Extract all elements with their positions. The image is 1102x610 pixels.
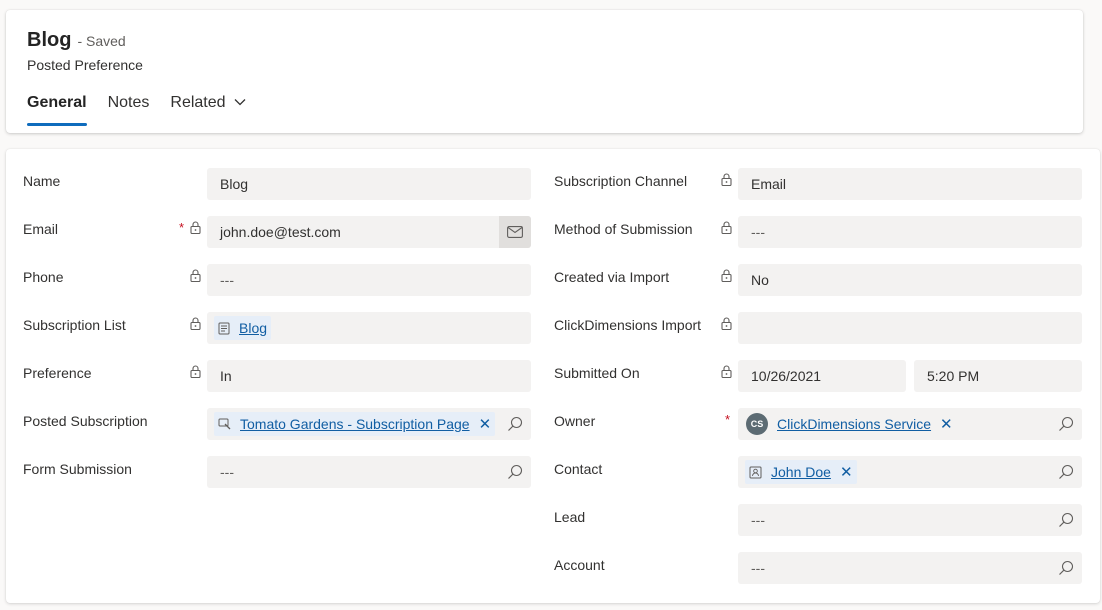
owner-link[interactable]: ClickDimensions Service xyxy=(777,416,931,432)
lock-icon xyxy=(721,221,732,234)
remove-icon[interactable]: ✕ xyxy=(479,415,492,433)
clickdimensions-import-field[interactable] xyxy=(738,312,1082,344)
phone-label: Phone xyxy=(23,269,64,285)
created-via-import-value: No xyxy=(751,272,769,288)
subscription-channel-field[interactable]: Email xyxy=(738,168,1082,200)
subscription-list-field[interactable]: Blog xyxy=(207,312,531,344)
name-value: Blog xyxy=(220,176,249,192)
form-section: Name Blog Email * john.doe@test.com Phon… xyxy=(6,149,1100,603)
lead-value: --- xyxy=(751,512,765,528)
record-header: Blog - Saved Posted Preference General N… xyxy=(6,10,1083,133)
form-submission-label: Form Submission xyxy=(23,461,132,477)
lead-field[interactable]: --- xyxy=(738,504,1082,536)
submitted-on-date-field[interactable]: 10/26/2021 xyxy=(738,360,906,392)
search-icon[interactable] xyxy=(507,464,523,480)
remove-icon[interactable]: ✕ xyxy=(940,415,953,433)
lock-icon xyxy=(190,317,201,330)
posted-subscription-field[interactable]: Tomato Gardens - Subscription Page ✕ xyxy=(207,408,531,440)
lock-icon xyxy=(190,365,201,378)
search-icon[interactable] xyxy=(1058,512,1074,528)
remove-icon[interactable]: ✕ xyxy=(840,463,853,481)
tab-notes-label: Notes xyxy=(107,94,150,111)
form-submission-field[interactable]: --- xyxy=(207,456,531,488)
tab-general[interactable]: General xyxy=(27,94,87,126)
preference-field[interactable]: In xyxy=(207,360,531,392)
preference-value: In xyxy=(220,368,232,384)
record-title: Blog xyxy=(27,29,72,51)
mail-icon xyxy=(507,226,523,238)
contact-link[interactable]: John Doe xyxy=(771,464,831,480)
submitted-on-date: 10/26/2021 xyxy=(751,368,822,384)
clickdimensions-import-label: ClickDimensions Import xyxy=(554,317,702,333)
subscription-list-label: Subscription List xyxy=(23,317,126,333)
entity-name: Posted Preference xyxy=(27,57,143,73)
subscription-list-link[interactable]: Blog xyxy=(239,320,267,336)
subscription-channel-label: Subscription Channel xyxy=(554,173,688,189)
search-icon[interactable] xyxy=(1058,464,1074,480)
owner-tag[interactable]: CS ClickDimensions Service ✕ xyxy=(742,412,957,436)
email-label: Email xyxy=(23,221,59,237)
created-via-import-label: Created via Import xyxy=(554,269,670,285)
subscription-channel-value: Email xyxy=(751,176,787,192)
posted-subscription-tag[interactable]: Tomato Gardens - Subscription Page ✕ xyxy=(214,412,496,436)
account-label: Account xyxy=(554,557,605,573)
chevron-down-icon xyxy=(234,99,246,106)
lock-icon xyxy=(190,269,201,282)
tab-list: General Notes Related xyxy=(27,94,267,126)
tab-general-label: General xyxy=(27,94,87,111)
avatar: CS xyxy=(746,413,768,435)
lock-icon xyxy=(721,365,732,378)
required-indicator: * xyxy=(179,220,185,235)
required-indicator: * xyxy=(725,412,731,427)
contact-tag[interactable]: John Doe ✕ xyxy=(745,460,857,484)
email-field[interactable]: john.doe@test.com xyxy=(207,216,531,248)
email-value: john.doe@test.com xyxy=(220,224,341,240)
account-field[interactable]: --- xyxy=(738,552,1082,584)
search-icon[interactable] xyxy=(1058,560,1074,576)
search-icon[interactable] xyxy=(1058,416,1074,432)
method-of-submission-field[interactable]: --- xyxy=(738,216,1082,248)
preference-label: Preference xyxy=(23,365,92,381)
title-row: Blog - Saved xyxy=(27,29,126,52)
lock-icon xyxy=(721,173,732,186)
name-field[interactable]: Blog xyxy=(207,168,531,200)
submitted-on-time: 5:20 PM xyxy=(927,368,980,384)
form-submission-value: --- xyxy=(220,464,234,480)
subscription-list-tag[interactable]: Blog xyxy=(214,316,272,340)
tab-related[interactable]: Related xyxy=(170,94,246,126)
posted-subscription-label: Posted Subscription xyxy=(23,413,148,429)
tab-notes[interactable]: Notes xyxy=(108,94,150,126)
owner-label: Owner xyxy=(554,413,596,429)
contact-card-icon xyxy=(749,466,762,478)
created-via-import-field[interactable]: No xyxy=(738,264,1082,296)
method-of-submission-label: Method of Submission xyxy=(554,221,693,237)
method-of-submission-value: --- xyxy=(751,224,765,240)
page-icon xyxy=(218,418,231,430)
tab-related-label: Related xyxy=(170,94,226,111)
lock-icon xyxy=(190,221,201,234)
owner-field[interactable]: CS ClickDimensions Service ✕ xyxy=(738,408,1082,440)
contact-field[interactable]: John Doe ✕ xyxy=(738,456,1082,488)
submitted-on-label: Submitted On xyxy=(554,365,640,381)
account-value: --- xyxy=(751,560,765,576)
name-label: Name xyxy=(23,173,61,189)
phone-value: --- xyxy=(220,272,234,288)
lock-icon xyxy=(721,317,732,330)
save-status: - Saved xyxy=(77,33,126,49)
phone-field[interactable]: --- xyxy=(207,264,531,296)
list-icon xyxy=(218,322,230,334)
search-icon[interactable] xyxy=(507,416,523,432)
submitted-on-time-field[interactable]: 5:20 PM xyxy=(914,360,1082,392)
lead-label: Lead xyxy=(554,509,586,525)
lock-icon xyxy=(721,269,732,282)
contact-label: Contact xyxy=(554,461,603,477)
send-email-button[interactable] xyxy=(499,216,531,248)
posted-subscription-link[interactable]: Tomato Gardens - Subscription Page xyxy=(240,416,470,432)
